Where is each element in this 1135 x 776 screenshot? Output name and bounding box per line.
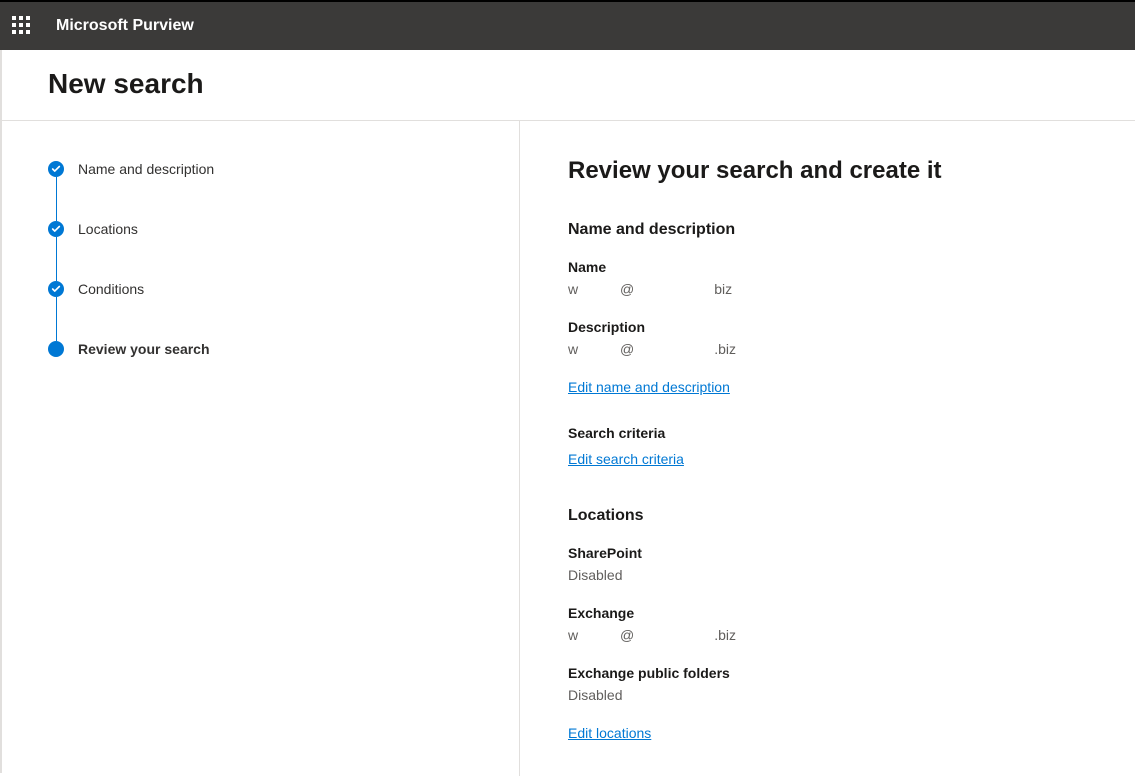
step-connector [56, 237, 57, 281]
field-label-exchange: Exchange [568, 605, 1087, 621]
wizard-step-label: Review your search [78, 341, 210, 357]
wizard-step-label: Conditions [78, 281, 144, 297]
check-icon [48, 281, 64, 297]
field-block-sharepoint: SharePoint Disabled [568, 545, 1087, 583]
wizard-step-locations[interactable]: Locations [48, 221, 471, 237]
field-block-public-folders: Exchange public folders Disabled [568, 665, 1087, 703]
field-value-sharepoint: Disabled [568, 567, 1087, 583]
top-bar: Microsoft Purview [0, 2, 1135, 50]
wizard-step-review-your-search[interactable]: Review your search [48, 341, 471, 357]
field-label-public-folders: Exchange public folders [568, 665, 1087, 681]
wizard-step-name-and-description[interactable]: Name and description [48, 161, 471, 177]
step-connector [56, 297, 57, 341]
section-heading-search-criteria: Search criteria [568, 425, 1087, 441]
field-block-exchange: Exchange w @ .biz [568, 605, 1087, 643]
review-panel: Review your search and create it Name an… [520, 121, 1135, 776]
current-step-icon [48, 341, 64, 357]
field-label-sharepoint: SharePoint [568, 545, 1087, 561]
edit-name-description-link[interactable]: Edit name and description [568, 379, 730, 395]
section-heading-locations: Locations [568, 507, 1087, 525]
left-edge-divider [0, 50, 2, 773]
edit-locations-link[interactable]: Edit locations [568, 725, 651, 741]
edit-search-criteria-link[interactable]: Edit search criteria [568, 451, 684, 467]
field-block-name: Name w @ biz [568, 259, 1087, 297]
wizard-step-label: Name and description [78, 161, 214, 177]
check-icon [48, 221, 64, 237]
app-title: Microsoft Purview [56, 17, 194, 35]
page-title: New search [48, 68, 1087, 100]
field-label-description: Description [568, 319, 1087, 335]
section-heading-name-desc: Name and description [568, 221, 1087, 239]
wizard-step-label: Locations [78, 221, 138, 237]
content-area: Name and description Locations Condition… [0, 121, 1135, 776]
field-value-exchange: w @ .biz [568, 627, 1087, 643]
step-connector [56, 177, 57, 221]
review-heading: Review your search and create it [568, 157, 1087, 185]
app-launcher-icon[interactable] [12, 16, 32, 36]
wizard-steps-nav: Name and description Locations Condition… [0, 121, 520, 776]
field-label-name: Name [568, 259, 1087, 275]
field-block-description: Description w @ .biz [568, 319, 1087, 357]
field-value-description: w @ .biz [568, 341, 1087, 357]
check-icon [48, 161, 64, 177]
field-value-public-folders: Disabled [568, 687, 1087, 703]
page-header: New search [0, 50, 1135, 121]
field-value-name: w @ biz [568, 281, 1087, 297]
wizard-step-conditions[interactable]: Conditions [48, 281, 471, 297]
